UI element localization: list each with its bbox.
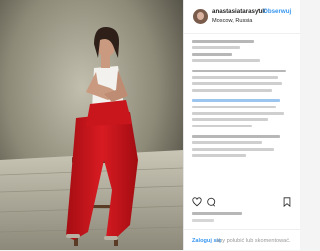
comment-line	[192, 75, 278, 79]
follow-button[interactable]: Obserwuj	[263, 8, 291, 15]
comment-line	[192, 105, 276, 109]
comment-line	[192, 111, 284, 115]
location-link[interactable]: Moscow, Russia	[212, 18, 252, 24]
comment-line	[192, 141, 262, 145]
avatar[interactable]	[193, 9, 208, 24]
post-actions	[192, 197, 292, 209]
comment-line	[192, 88, 272, 92]
comment-line	[192, 40, 254, 43]
comment-line	[192, 99, 280, 102]
comment-line	[192, 69, 286, 73]
post-timestamp	[192, 219, 214, 222]
login-bar: Zaloguj się aby polubić lub skomentować.	[184, 229, 300, 251]
photo-image	[0, 0, 183, 250]
comment-line	[192, 118, 268, 122]
login-prompt-text: aby polubić lub skomentować.	[216, 238, 291, 244]
heart-icon[interactable]	[192, 197, 202, 207]
post-photo[interactable]	[0, 0, 183, 250]
comment-line	[192, 135, 280, 138]
comment-icon[interactable]	[206, 197, 216, 207]
comment-line	[192, 154, 246, 158]
comment-line	[192, 46, 240, 50]
comments-list	[192, 40, 292, 161]
comment-line	[192, 59, 260, 62]
separator-dot: •	[258, 8, 261, 14]
comment-line	[192, 52, 232, 56]
likes-count[interactable]	[192, 212, 242, 215]
bookmark-icon[interactable]	[282, 197, 292, 207]
comment-line	[192, 147, 274, 151]
instagram-post: anastasiatarasyuk • Obserwuj Moscow, Rus…	[0, 0, 300, 250]
comment-line	[192, 82, 282, 86]
post-sidebar: anastasiatarasyuk • Obserwuj Moscow, Rus…	[183, 0, 300, 250]
comment-line	[192, 124, 252, 128]
post-header: anastasiatarasyuk • Obserwuj Moscow, Rus…	[184, 0, 300, 34]
